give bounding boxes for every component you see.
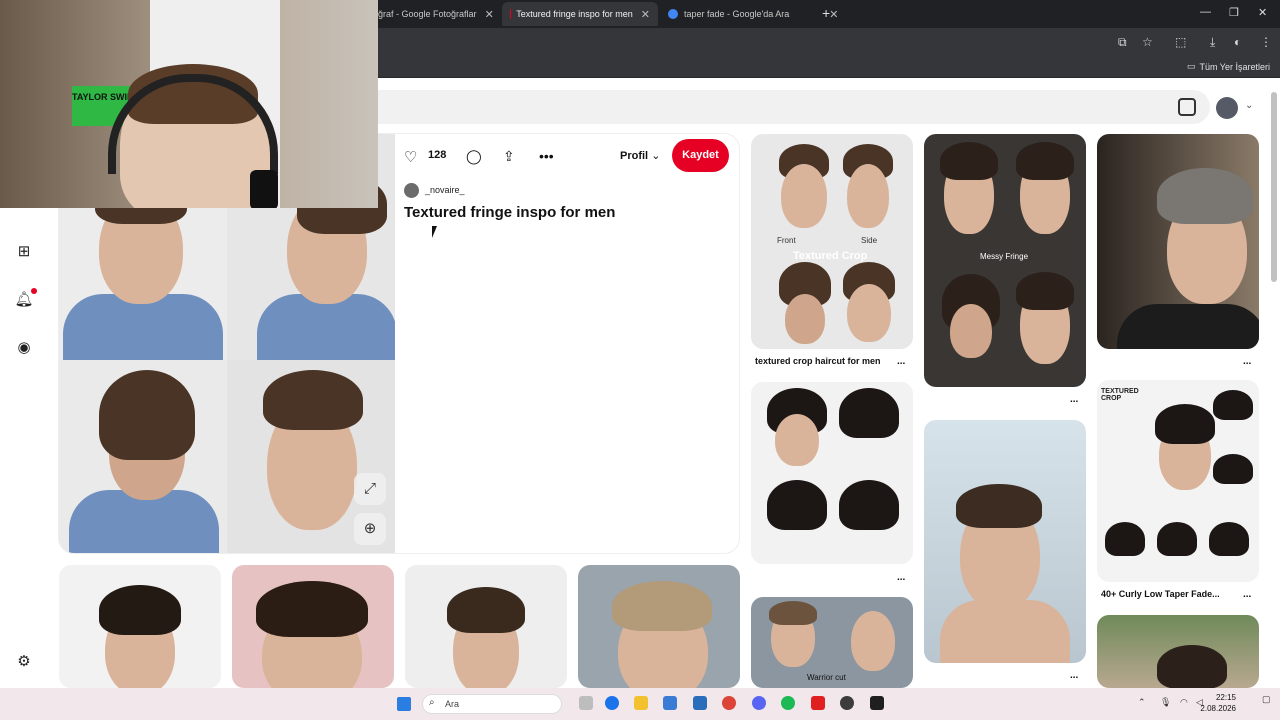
creator-name[interactable]: _novaire_: [425, 185, 465, 195]
tab-label: Textured fringe inspo for men: [516, 9, 633, 19]
tile-header: TEXTURED CROP: [1101, 388, 1139, 402]
cast-icon[interactable]: ⧉: [1118, 35, 1127, 50]
notification-badge: [31, 288, 37, 294]
close-window-icon[interactable]: ✕: [1258, 6, 1267, 19]
visual-search-icon[interactable]: [1178, 98, 1196, 116]
pin-tile-curly-taper[interactable]: TEXTURED CROP: [1097, 380, 1259, 582]
close-icon[interactable]: ✕: [829, 8, 838, 21]
wifi-icon[interactable]: ◠: [1180, 697, 1188, 708]
like-count: 128: [428, 149, 447, 161]
heart-icon[interactable]: ♡: [404, 148, 417, 166]
notification-center-icon[interactable]: ▢: [1262, 694, 1271, 705]
mouse-cursor-icon: [432, 226, 441, 238]
folder-icon: ▭: [1186, 61, 1196, 71]
bookmark-star-icon[interactable]: ☆: [1142, 35, 1153, 49]
pin-tile-selfie[interactable]: [924, 420, 1086, 663]
all-bookmarks-folder[interactable]: ▭ Tüm Yer İşaretleri: [1187, 61, 1270, 72]
pin-tile-bottom-1[interactable]: [59, 565, 221, 688]
restore-icon[interactable]: ❐: [1229, 6, 1239, 19]
overlay-title: Textured Crop: [793, 250, 868, 262]
chevron-down-icon: ⌄: [651, 150, 661, 162]
menu-icon[interactable]: ⋮: [1260, 35, 1272, 49]
bookmarks-folder-label: Tüm Yer İşaretleri: [1199, 61, 1270, 72]
tab-google-photos[interactable]: ğraf - Google Fotoğraflar ✕: [370, 2, 502, 26]
file-explorer-icon[interactable]: [634, 696, 648, 710]
visual-search-button[interactable]: ⊕: [354, 513, 386, 545]
search-icon: ⌕: [429, 697, 435, 708]
more-options-icon[interactable]: ...: [897, 356, 905, 367]
clock-time: 22:15: [1215, 693, 1236, 702]
webcam-overlay: TAYLOR SWIFT: [0, 0, 378, 208]
overlay-title: Messy Fringe: [980, 252, 1029, 261]
comment-icon[interactable]: ◯: [466, 148, 482, 165]
close-icon[interactable]: ✕: [485, 8, 494, 21]
pin-tile-outdoor[interactable]: [1097, 615, 1259, 688]
tab-google-search[interactable]: taper fade - Google'da Ara ✕: [660, 2, 847, 26]
pin-tile-curly[interactable]: [751, 382, 913, 564]
microphone-icon: [250, 170, 278, 208]
expand-icon[interactable]: ⤢: [354, 473, 386, 505]
taskbar-search-input[interactable]: Ara: [422, 694, 562, 714]
more-options-icon[interactable]: ...: [1070, 670, 1078, 681]
chevron-up-icon[interactable]: ⌃: [1138, 697, 1146, 708]
microphone-tray-icon[interactable]: 🎙︎: [1160, 697, 1171, 708]
pin-tile-messy-fringe[interactable]: Messy Fringe: [924, 134, 1086, 387]
minimize-icon[interactable]: —: [1200, 6, 1211, 18]
creator-avatar[interactable]: [404, 183, 419, 198]
pin-tile-textured-crop[interactable]: Front Side Textured Crop: [751, 134, 913, 349]
screen: ğraf - Google Fotoğraflar ✕ Textured fri…: [0, 0, 1280, 720]
tab-label: taper fade - Google'da Ara: [684, 9, 790, 19]
terminal-icon[interactable]: [870, 696, 884, 710]
photo-back: [59, 360, 227, 553]
more-options-icon[interactable]: ...: [1243, 589, 1251, 600]
download-icon[interactable]: ⤓: [1210, 35, 1215, 50]
edge-icon[interactable]: [605, 696, 619, 710]
settings-icon[interactable]: ⚙: [14, 652, 34, 672]
overlay-title: Warrior cut: [807, 673, 846, 682]
scrollbar[interactable]: [1271, 92, 1277, 282]
create-icon[interactable]: ⊞: [14, 242, 34, 262]
pin-tile-bottom-2[interactable]: [232, 565, 394, 688]
pin-title: Textured fringe inspo for men: [404, 204, 616, 221]
outlook-icon[interactable]: [693, 696, 707, 710]
pin-tile-bottom-4[interactable]: [578, 565, 740, 688]
more-options-icon[interactable]: ...: [897, 572, 905, 583]
more-options-icon[interactable]: •••: [539, 148, 554, 164]
tab-label: ğraf - Google Fotoğraflar: [378, 9, 477, 19]
profile-icon[interactable]: ◐: [1234, 35, 1241, 49]
discord-icon[interactable]: [752, 696, 766, 710]
side-label: Side: [861, 236, 878, 245]
front-label: Front: [777, 236, 796, 245]
profile-dropdown[interactable]: Profil ⌄: [620, 149, 660, 162]
task-view-icon[interactable]: [579, 696, 593, 710]
store-icon[interactable]: [663, 696, 677, 710]
windows-start-icon[interactable]: [397, 697, 411, 711]
obs-icon[interactable]: [840, 696, 854, 710]
extensions-icon[interactable]: ⬚: [1175, 35, 1186, 49]
profile-label: Profil: [620, 150, 649, 162]
more-options-icon[interactable]: ...: [1243, 356, 1251, 367]
spotify-icon[interactable]: [781, 696, 795, 710]
messages-icon[interactable]: ◉: [14, 338, 34, 358]
pin-tile-bottom-3[interactable]: [405, 565, 567, 688]
pin-tile-side-profile[interactable]: [1097, 134, 1259, 349]
tile-caption[interactable]: textured crop haircut for men: [755, 356, 881, 366]
more-options-icon[interactable]: ...: [1070, 394, 1078, 405]
taskbar-clock[interactable]: 22:15 2.08.2026: [1200, 692, 1236, 714]
chevron-down-icon[interactable]: ⌄: [1245, 100, 1253, 111]
clock-date: 2.08.2026: [1200, 704, 1236, 713]
new-tab-button[interactable]: +: [822, 5, 830, 21]
tab-pinterest[interactable]: Textured fringe inspo for men ✕: [502, 2, 658, 26]
google-icon: [668, 9, 678, 19]
pin-tile-warrior-cut[interactable]: Warrior cut: [751, 597, 913, 688]
avatar[interactable]: [1216, 97, 1238, 119]
close-icon[interactable]: ✕: [641, 8, 650, 21]
app-icon[interactable]: [811, 696, 825, 710]
save-button[interactable]: Kaydet: [672, 139, 729, 172]
share-icon[interactable]: ⇪: [503, 148, 515, 165]
taskbar-search-placeholder: Ara: [445, 699, 460, 709]
tile-caption[interactable]: 40+ Curly Low Taper Fade...: [1101, 589, 1220, 599]
chrome-icon[interactable]: [722, 696, 736, 710]
